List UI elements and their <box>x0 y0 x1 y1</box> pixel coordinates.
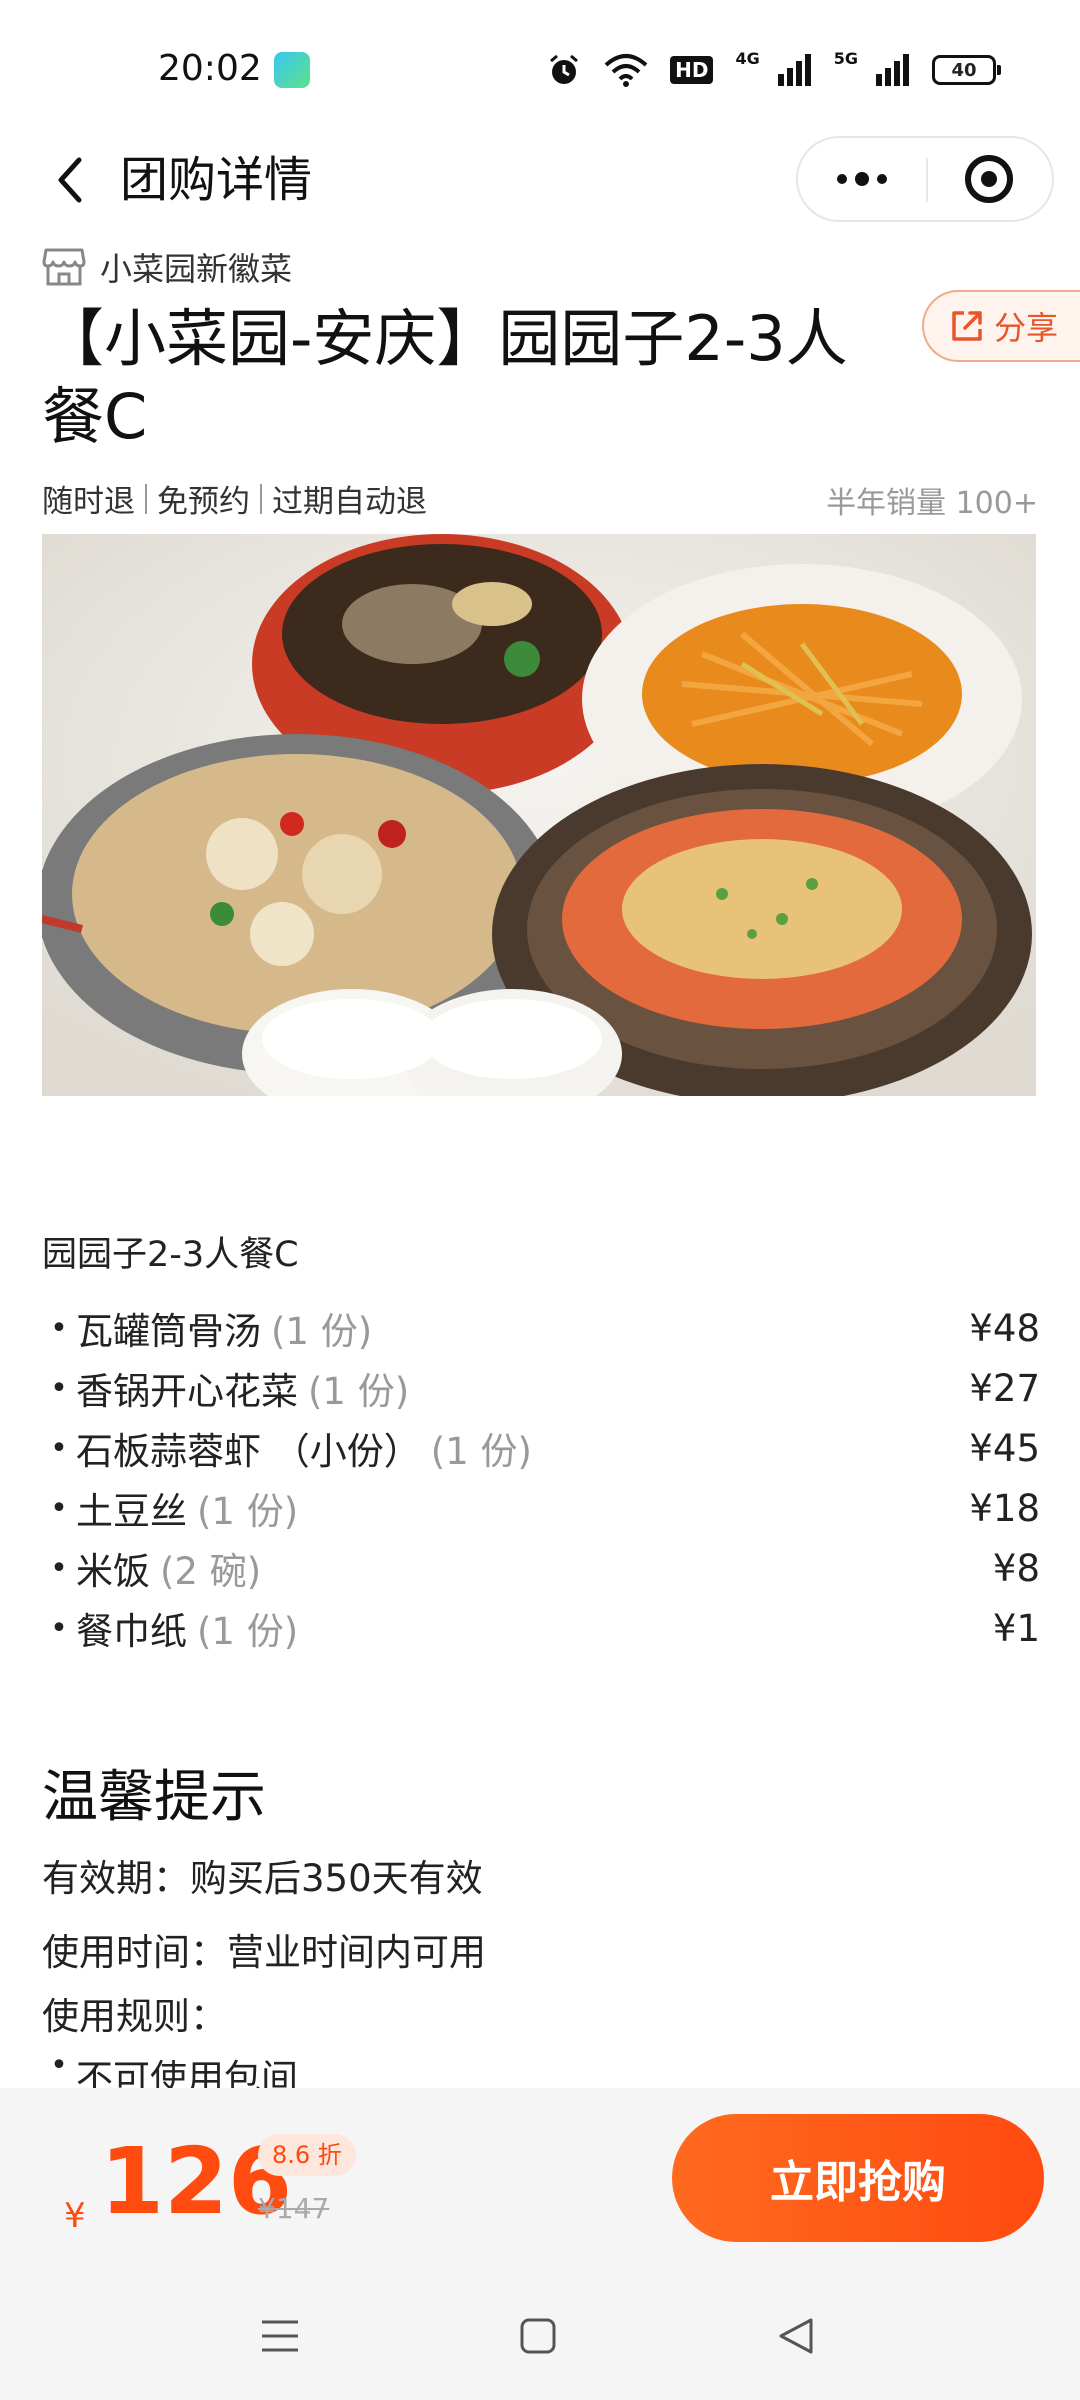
item-price: ¥27 <box>969 1366 1040 1410</box>
status-icons: HD 4G 5G 40 <box>546 48 1001 90</box>
status-bar: 20:02 HD 4G 5G 40 <box>0 0 1080 140</box>
list-item: • 石板蒜蓉虾 （小份） (1 份) ¥45 <box>42 1418 1040 1478</box>
item-price: ¥8 <box>992 1546 1040 1590</box>
discount-badge: 8.6 折 <box>258 2134 356 2176</box>
back-button[interactable] <box>40 150 100 210</box>
battery-icon: 40 <box>932 55 1001 85</box>
list-item: • 瓦罐筒骨汤 (1 份) ¥48 <box>42 1298 1040 1358</box>
menu-nav-button[interactable] <box>240 2306 320 2366</box>
bullet-icon: • <box>50 1610 68 1646</box>
network-label-b: 5G <box>833 48 858 68</box>
app-notification-icon <box>274 52 310 88</box>
usage-rules-label: 使用规则： <box>42 1995 227 2038</box>
network-label-a: 4G <box>735 48 760 68</box>
close-miniprogram-button[interactable] <box>926 138 1052 220</box>
page-title: 团购详情 <box>120 152 313 208</box>
more-dot-icon <box>855 172 869 186</box>
battery-level: 40 <box>951 59 977 81</box>
tips-heading: 温馨提示 <box>42 1765 266 1830</box>
store-icon <box>42 248 86 286</box>
bullet-icon: • <box>50 1430 68 1466</box>
share-button[interactable]: 分享 <box>922 290 1080 362</box>
buy-now-button[interactable]: 立即抢购 <box>672 2114 1044 2242</box>
home-square-icon <box>520 2318 556 2354</box>
more-button[interactable] <box>798 138 926 220</box>
item-qty: (1 份) <box>271 1310 373 1353</box>
item-qty: (1 份) <box>197 1490 299 1533</box>
bullet-icon: • <box>50 1550 68 1586</box>
nav-bar: 团购详情 <box>0 136 1080 226</box>
status-time: 20:02 <box>158 48 262 89</box>
shop-name: 小菜园新徽菜 <box>100 250 293 288</box>
original-price: ¥147 <box>258 2192 330 2225</box>
bullet-icon: • <box>50 1490 68 1526</box>
item-price: ¥45 <box>969 1426 1040 1470</box>
tag-refund-anytime: 随时退 <box>42 484 135 520</box>
share-label: 分享 <box>994 309 1059 347</box>
list-item: • 米饭 (2 碗) ¥8 <box>42 1538 1040 1598</box>
alarm-icon <box>550 54 579 84</box>
deal-hero-image[interactable] <box>42 534 1036 1096</box>
package-name: 园园子2-3人餐C <box>42 1235 299 1275</box>
validity-text: 有效期：购买后350天有效 <box>42 1857 483 1900</box>
shop-link[interactable]: 小菜园新徽菜 <box>42 244 292 290</box>
deal-tags: 随时退 免预约 过期自动退 <box>42 476 427 521</box>
usage-time-text: 使用时间：营业时间内可用 <box>42 1931 486 1974</box>
currency-symbol: ¥ <box>64 2196 86 2236</box>
item-price: ¥48 <box>969 1306 1040 1350</box>
signal-icon <box>777 54 811 86</box>
package-item-list: • 瓦罐筒骨汤 (1 份) ¥48 • 香锅开心花菜 (1 份) ¥27 • 石… <box>42 1298 1040 1658</box>
deal-title: 【小菜园-安庆】园园子2-3人餐C <box>42 302 848 453</box>
item-name: 瓦罐筒骨汤 <box>76 1310 261 1353</box>
hd-badge: HD <box>670 56 714 84</box>
purchase-bar: ¥ 126 8.6 折 ¥147 立即抢购 <box>0 2088 1080 2276</box>
item-qty: (1 份) <box>308 1370 410 1413</box>
mini-program-capsule <box>796 136 1054 222</box>
more-dot-icon <box>877 174 887 184</box>
share-icon <box>952 311 982 341</box>
list-item: • 香锅开心花菜 (1 份) ¥27 <box>42 1358 1040 1418</box>
item-name: 土豆丝 <box>76 1490 187 1533</box>
item-qty: (1 份) <box>197 1610 299 1653</box>
bullet-icon: • <box>50 1370 68 1406</box>
item-qty: (2 碗) <box>160 1550 262 1593</box>
tag-divider <box>145 483 147 514</box>
item-name: 米饭 <box>76 1550 150 1593</box>
item-price: ¥18 <box>969 1486 1040 1530</box>
target-icon <box>965 155 1013 203</box>
bullet-icon: • <box>50 1310 68 1346</box>
item-name: 餐巾纸 <box>76 1610 187 1653</box>
system-nav-bar <box>0 2276 1080 2400</box>
triangle-back-icon <box>779 2318 813 2354</box>
signal-icon-2 <box>876 54 909 86</box>
list-item: • 土豆丝 (1 份) ¥18 <box>42 1478 1040 1538</box>
tag-no-reservation: 免预约 <box>157 484 250 520</box>
item-name: 香锅开心花菜 <box>76 1370 298 1413</box>
more-dot-icon <box>837 174 847 184</box>
item-qty: (1 份) <box>430 1430 532 1473</box>
wifi-icon <box>604 54 648 87</box>
back-nav-button[interactable] <box>756 2306 836 2366</box>
home-nav-button[interactable] <box>498 2306 578 2366</box>
menu-icon <box>262 2320 298 2352</box>
tag-auto-refund: 过期自动退 <box>272 484 427 520</box>
tag-divider <box>260 483 262 514</box>
list-item: • 餐巾纸 (1 份) ¥1 <box>42 1598 1040 1658</box>
item-price: ¥1 <box>992 1606 1040 1650</box>
item-name: 石板蒜蓉虾 （小份） <box>76 1430 421 1473</box>
chevron-left-icon <box>58 157 82 203</box>
sales-count: 半年销量 100+ <box>826 486 1038 521</box>
